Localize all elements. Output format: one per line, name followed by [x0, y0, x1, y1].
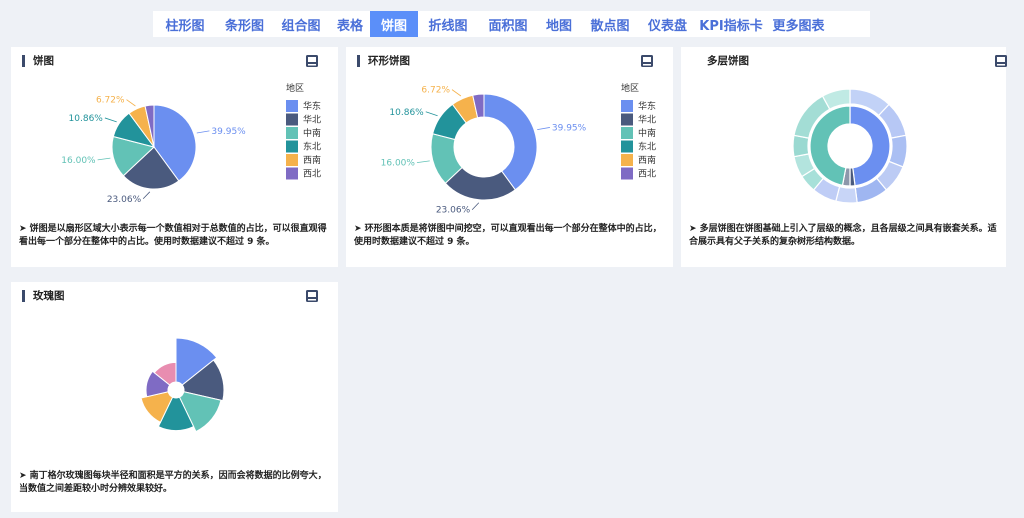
label-line [104, 117, 117, 123]
legend-swatch[interactable] [286, 100, 298, 112]
legend-swatch[interactable] [621, 113, 633, 126]
card-title: 玫瑰图 [22, 290, 65, 302]
label-line [425, 111, 438, 117]
legend-label[interactable]: 西北 [303, 169, 321, 180]
legend-swatch[interactable] [621, 140, 633, 153]
data-label: 39.95% [552, 123, 587, 133]
legend-label[interactable]: 西南 [638, 154, 656, 166]
legend-label[interactable]: 华东 [638, 100, 656, 112]
tab-5[interactable]: 折线图 [418, 11, 478, 37]
label-line [126, 99, 136, 107]
data-label: 23.06% [436, 206, 471, 216]
legend-label[interactable]: 华东 [303, 100, 321, 112]
legend-swatch[interactable] [621, 100, 633, 112]
multi-level-card: 多层饼图 ➤ 多层饼图在饼图基础上引入了层级的概念，且各层级之间具有嵌套关系。适… [681, 47, 1008, 267]
tab-3[interactable]: 表格 [330, 11, 370, 37]
tab-6[interactable]: 面积图 [478, 11, 538, 37]
legend-label[interactable]: 西南 [303, 154, 321, 166]
legend-swatch[interactable] [286, 167, 298, 180]
multi-level-description: ➤ 多层饼图在饼图基础上引入了层级的概念，且各层级之间具有嵌套关系。适合展示具有… [689, 224, 997, 247]
data-label: 6.72% [96, 96, 125, 106]
legend-swatch[interactable] [286, 127, 298, 139]
data-label: 10.86% [69, 114, 104, 124]
legend-swatch[interactable] [621, 154, 633, 166]
legend-title: 地区 [286, 82, 304, 94]
label-line [142, 191, 151, 200]
book-icon[interactable] [305, 289, 319, 303]
label-line [537, 127, 550, 131]
legend-label[interactable]: 西北 [638, 169, 656, 180]
label-line [471, 202, 480, 211]
legend-swatch[interactable] [621, 127, 633, 139]
legend-label[interactable]: 华北 [638, 114, 656, 126]
legend-label[interactable]: 东北 [638, 141, 656, 153]
pie-card: 饼图 39.95% 23.06% 16.00% 10.86% 6.72% 地区华东华北 中南… [11, 47, 338, 267]
tab-4[interactable]: 饼图 [370, 11, 418, 37]
pie-slice-华东[interactable] [483, 93, 538, 191]
label-line [416, 160, 430, 164]
multi-level-pie-chart [792, 88, 908, 204]
donut-card: 环形饼图 39.95% 23.06% 16.00% 10.86% 6.72% 地区华东华北… [346, 47, 673, 267]
tab-9[interactable]: 仪表盘 [640, 11, 695, 37]
data-label: 16.00% [381, 159, 416, 169]
card-title: 环形饼图 [357, 55, 410, 67]
data-label: 39.95% [211, 127, 246, 137]
tab-11[interactable]: 更多图表 [767, 11, 830, 37]
tab-0[interactable]: 柱形图 [153, 11, 217, 37]
donut-chart: 39.95%23.06%16.00%10.86%6.72% 地区华东华北中南东北西… [381, 82, 656, 216]
legend-label[interactable]: 华北 [303, 114, 321, 126]
legend-label[interactable]: 中南 [638, 127, 656, 139]
label-line [196, 130, 210, 134]
card-title: 多层饼图 [707, 55, 749, 67]
data-label: 10.86% [389, 108, 424, 118]
tab-2[interactable]: 组合图 [272, 11, 330, 37]
data-label: 23.06% [107, 195, 142, 205]
label-line [451, 89, 462, 97]
tab-10[interactable]: KPI指标卡 [695, 11, 767, 37]
legend-swatch[interactable] [286, 154, 298, 166]
data-label: 16.00% [61, 156, 96, 166]
label-line [97, 157, 111, 161]
rose-description: ➤ 南丁格尔玫瑰图每块半径和面积是平方的关系，因而会将数据的比例夸大，当数值之间… [19, 471, 327, 494]
legend-title: 地区 [621, 82, 639, 94]
card-title: 饼图 [22, 55, 54, 67]
outer-ring-segment[interactable] [792, 134, 810, 158]
donut-description: ➤ 环形图本质是将饼图中间挖空，可以直观看出每一个部分在整体中的占比，使用时数据… [354, 224, 662, 247]
rose-card: 玫瑰图 ➤ 南丁格尔玫瑰图每块半径和面积是平方的关系，因而会将数据的比例夸大，当… [11, 282, 338, 512]
book-icon[interactable] [640, 54, 654, 68]
data-label: 6.72% [421, 86, 450, 96]
legend-swatch[interactable] [621, 167, 633, 180]
chart-type-tabbar: 柱形图 条形图 组合图 表格 饼图 折线图 面积图 地图 散点图 仪表盘 KPI指标卡 更多图表 [153, 11, 870, 37]
book-icon[interactable] [994, 54, 1008, 68]
legend-label[interactable]: 东北 [303, 141, 321, 153]
rose-chart [140, 337, 225, 433]
legend-label[interactable]: 中南 [303, 127, 321, 139]
pie-chart: 39.95%23.06%16.00%10.86%6.72%地区华东华北中南东北西… [61, 82, 321, 205]
legend-swatch[interactable] [286, 140, 298, 153]
legend-swatch[interactable] [286, 113, 298, 126]
pie-description: ➤ 饼图是以扇形区域大小表示每一个数值相对于总数值的占比，可以很直观得看出每一个… [19, 224, 327, 247]
tab-7[interactable]: 地图 [538, 11, 580, 37]
tab-1[interactable]: 条形图 [217, 11, 272, 37]
tab-8[interactable]: 散点图 [580, 11, 640, 37]
book-icon[interactable] [305, 54, 319, 68]
